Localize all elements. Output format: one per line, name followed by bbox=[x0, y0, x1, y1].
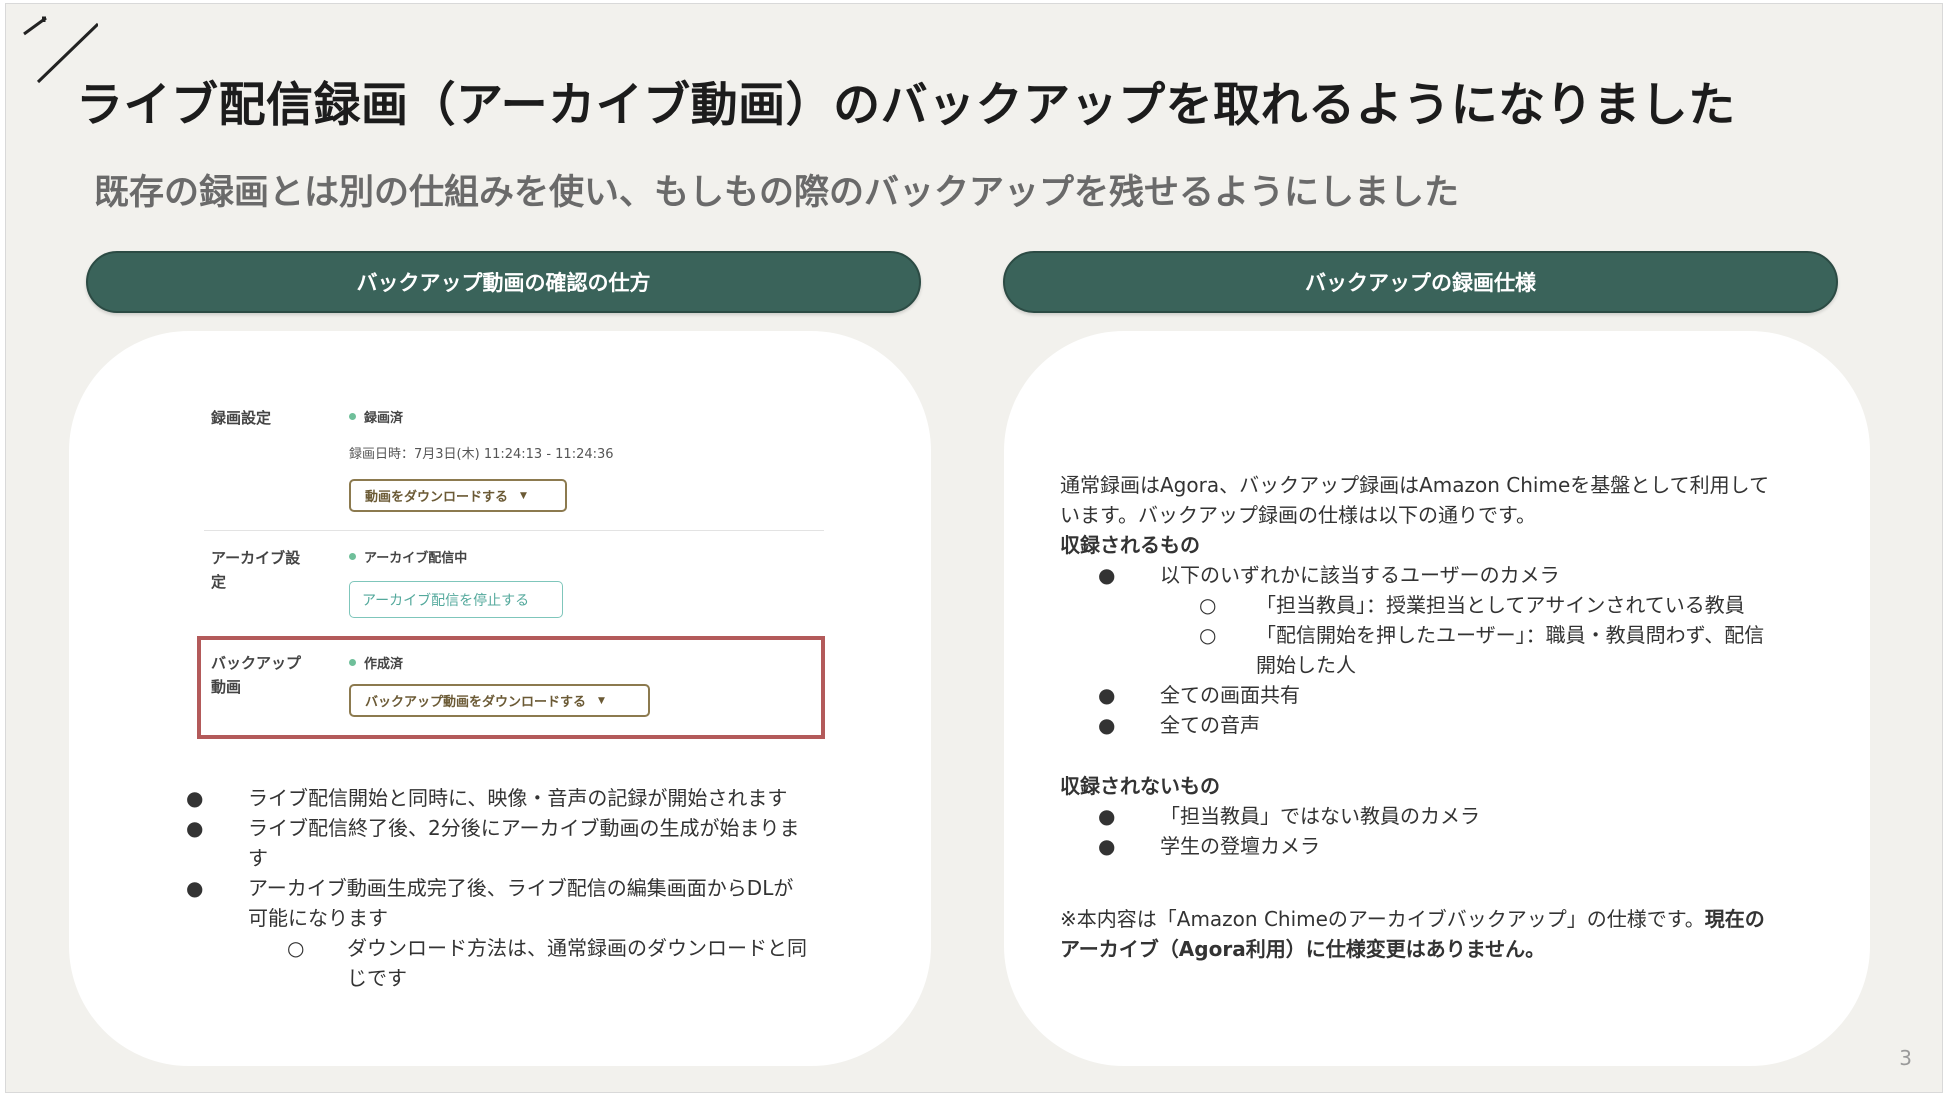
not-recorded-heading: 収録されないもの bbox=[1060, 774, 1220, 798]
page-subtitle: 既存の録画とは別の仕組みを使い、もしもの際のバックアップを残せるようにしました bbox=[94, 173, 1460, 213]
not-recorded-teacher: 「担当教員」ではない教員のカメラ bbox=[1160, 804, 1480, 828]
page-number: 3 bbox=[1899, 1046, 1912, 1070]
backup-status-text: 作成済 bbox=[364, 657, 404, 672]
archive-status: アーカイブ配信中 bbox=[349, 547, 467, 566]
recording-status-text: 録画済 bbox=[364, 411, 404, 426]
status-dot-icon bbox=[349, 413, 356, 420]
bullet-text: ライブ配信終了後、2分後にアーカイブ動画の生成が始まりま bbox=[248, 816, 800, 840]
archive-label-line2: 定 bbox=[211, 573, 227, 591]
backup-status: 作成済 bbox=[349, 653, 403, 672]
bullet-dot-icon: ● bbox=[1098, 804, 1116, 828]
stop-archive-button[interactable]: アーカイブ配信を停止する bbox=[349, 581, 563, 618]
recorded-sub-starter-line1: 「配信開始を押したユーザー」：職員・教員問わず、配信 bbox=[1256, 623, 1765, 647]
recorded-sub-teacher: 「担当教員」：授業担当としてアサインされている教員 bbox=[1256, 593, 1745, 617]
download-video-button[interactable]: 動画をダウンロードする ▼ bbox=[349, 479, 567, 512]
not-recorded-student: 学生の登壇カメラ bbox=[1160, 834, 1320, 858]
bullet-text: 可能になります bbox=[248, 906, 388, 930]
status-dot-icon bbox=[349, 659, 356, 666]
bullet-dot-icon: ● bbox=[186, 786, 204, 810]
bullet-text: アーカイブ動画生成完了後、ライブ配信の編集画面からDLが bbox=[248, 876, 794, 900]
bullet-circle-icon: ○ bbox=[1199, 593, 1217, 617]
sub-bullet-text: ダウンロード方法は、通常録画のダウンロードと同 bbox=[347, 936, 807, 960]
left-card: 録画設定 録画済 録画日時：7月3日(木) 11:24:13 - 11:24:3… bbox=[69, 331, 931, 1066]
archive-status-text: アーカイブ配信中 bbox=[364, 551, 468, 566]
recording-status: 録画済 bbox=[349, 407, 403, 426]
left-section-header: バックアップ動画の確認の仕方 bbox=[86, 251, 921, 313]
bullet-dot-icon: ● bbox=[186, 816, 204, 840]
recording-date: 録画日時：7月3日(木) 11:24:13 - 11:24:36 bbox=[349, 447, 614, 462]
bullet-dot-icon: ● bbox=[1098, 563, 1116, 587]
bullet-dot-icon: ● bbox=[1098, 713, 1116, 737]
status-dot-icon bbox=[349, 553, 356, 560]
note-line1: ※本内容は「Amazon Chimeのアーカイブバックアップ」の仕様です。現在の bbox=[1060, 904, 1765, 934]
bullet-dot-icon: ● bbox=[1098, 683, 1116, 707]
download-backup-button[interactable]: バックアップ動画をダウンロードする ▼ bbox=[349, 684, 650, 717]
intro-line2: います。バックアップ録画の仕様は以下の通りです。 bbox=[1060, 503, 1536, 527]
note-text: ※本内容は「Amazon Chimeのアーカイブバックアップ」の仕様です。 bbox=[1060, 907, 1705, 931]
recorded-item-screen: 全ての画面共有 bbox=[1160, 683, 1300, 707]
download-video-label: 動画をダウンロードする bbox=[365, 490, 509, 505]
slide: ライブ配信録画（アーカイブ動画）のバックアップを取れるようになりました 既存の録… bbox=[5, 3, 1943, 1093]
right-card: 通常録画はAgora、バックアップ録画はAmazon Chimeを基盤として利用… bbox=[1004, 331, 1870, 1066]
archive-settings-label: アーカイブ設 定 bbox=[211, 546, 300, 594]
caret-down-icon: ▼ bbox=[520, 490, 527, 501]
caret-down-icon: ▼ bbox=[598, 695, 605, 706]
bullet-text: す bbox=[248, 846, 268, 870]
right-section-header: バックアップの録画仕様 bbox=[1003, 251, 1838, 313]
recorded-sub-starter-line2: 開始した人 bbox=[1256, 653, 1356, 677]
bullet-dot-icon: ● bbox=[186, 876, 204, 900]
bullet-dot-icon: ● bbox=[1098, 834, 1116, 858]
archive-label-line1: アーカイブ設 bbox=[211, 549, 301, 567]
recorded-heading: 収録されるもの bbox=[1060, 533, 1200, 557]
bullet-text: ライブ配信開始と同時に、映像・音声の記録が開始されます bbox=[248, 786, 788, 810]
bullet-circle-icon: ○ bbox=[1199, 623, 1217, 647]
download-backup-label: バックアップ動画をダウンロードする bbox=[365, 695, 587, 710]
bullet-circle-icon: ○ bbox=[287, 936, 305, 960]
note-line2: アーカイブ（Agora利用）に仕様変更はありません。 bbox=[1060, 937, 1546, 961]
intro-line1: 通常録画はAgora、バックアップ録画はAmazon Chimeを基盤として利用… bbox=[1060, 473, 1770, 497]
note-bold-text: 現在の bbox=[1704, 907, 1765, 931]
backup-label-line1: バックアップ bbox=[211, 654, 302, 672]
recorded-item-audio: 全ての音声 bbox=[1160, 713, 1260, 737]
divider bbox=[204, 530, 824, 531]
sub-bullet-text: じです bbox=[347, 966, 407, 990]
recording-settings-label: 録画設定 bbox=[211, 409, 272, 427]
page-title: ライブ配信録画（アーカイブ動画）のバックアップを取れるようになりました bbox=[76, 78, 1736, 133]
recorded-item-camera: 以下のいずれかに該当するユーザーのカメラ bbox=[1160, 563, 1560, 587]
backup-video-label: バックアップ 動画 bbox=[211, 651, 301, 699]
backup-label-line2: 動画 bbox=[211, 678, 242, 696]
